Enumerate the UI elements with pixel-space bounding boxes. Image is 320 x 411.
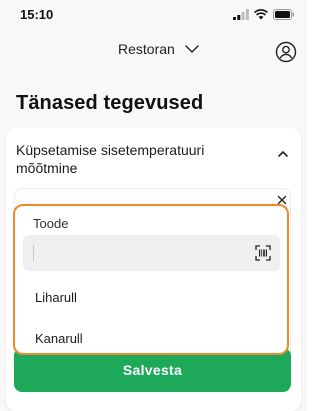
status-bar: 15:10 [0,0,307,30]
signal-icon [233,8,249,20]
card-title: Küpsetamise sisetemperatuuri mõõtmine [16,142,205,176]
chevron-down-icon [185,45,199,53]
product-label: Toode [33,216,69,231]
status-icons [233,8,295,20]
restaurant-label: Restoran [118,41,175,57]
dropdown-option-liharull[interactable]: Liharull [35,286,265,310]
page-title: Tänased tegevused [16,92,204,114]
app-screen: 15:10 Restoran Tänased tegevused Küpseta… [0,0,307,411]
wifi-icon [254,8,268,19]
barcode-scan-icon[interactable] [255,245,271,261]
text-caret [33,245,34,261]
product-search-box [23,235,280,271]
status-time: 15:10 [20,7,54,22]
top-nav: Restoran [0,34,307,72]
battery-icon [273,8,295,20]
profile-icon[interactable] [275,41,297,63]
dropdown-option-kanarull[interactable]: Kanarull [35,327,265,351]
product-search-input[interactable] [37,235,237,271]
restaurant-selector[interactable]: Restoran [118,41,199,57]
chevron-up-icon[interactable] [277,149,289,159]
product-dropdown: Toode Liharull Kanarull [13,204,289,355]
